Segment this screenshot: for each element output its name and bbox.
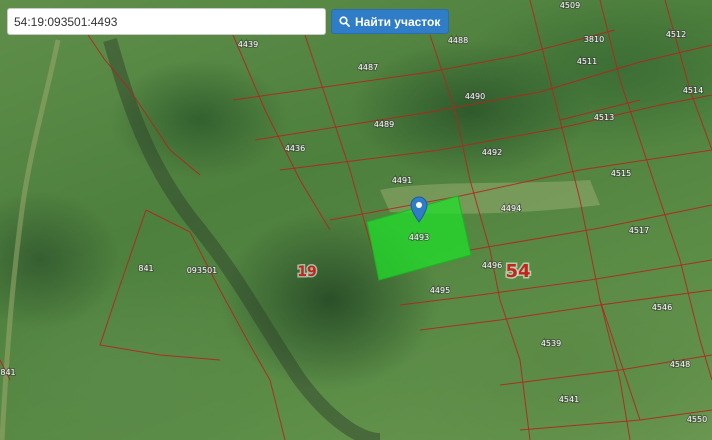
parcel-number-label: 4539 [541,339,561,348]
parcel-number-label: 4548 [670,360,690,369]
parcel-number-label: 4492 [482,148,502,157]
cadastral-overlay: 44394439 44884488448744874509450938103810… [0,0,712,440]
boundary-line [399,259,712,306]
parcel-number-label: 4512 [666,30,686,39]
satellite-map[interactable]: 4439 4439 4488 4488 4487 4487 4509 4509 3810 3810… [0,0,712,440]
parcel-number-label: 4436 [285,144,305,153]
parcel-number-label: 4511 [577,57,597,66]
boundary-line [599,0,712,381]
quarter-number-label: 093501 [187,266,218,275]
find-parcel-button[interactable]: Найти участок [331,9,450,34]
parcel-number-label: 4490 [465,92,485,101]
search-icon [339,16,350,27]
river-channel [103,38,381,440]
cadastral-number-input[interactable] [7,8,326,35]
find-parcel-label: Найти участок [355,14,441,29]
parcel-number-label: 4439 [238,40,258,49]
parcel-number-label: 4515 [611,169,631,178]
dirt-road [0,39,61,440]
parcel-number-label: 841 [138,264,153,273]
parcel-number-label: 4495 [430,286,450,295]
parcel-boundaries [0,0,712,440]
parcel-number-label: 4514 [683,86,703,95]
parcel-number-label: 4489 [374,120,394,129]
parcel-number-label: 4546 [652,303,672,312]
parcel-number-label: 4513 [594,113,614,122]
region-number-label: 54 [505,261,530,282]
boundary-line [519,409,712,431]
parcel-number-label: 4494 [501,204,521,213]
parcel-number-label: 4517 [629,226,649,235]
parcel-number-label: 4488 [448,36,468,45]
parcel-number-label: 4487 [358,63,378,72]
boundary-line [279,94,712,171]
highlighted-parcel-label: 4493 [409,233,429,242]
parcel-number-label: 3810 [584,35,604,44]
parcel-number-label: 4541 [559,395,579,404]
search-bar: Найти участок [7,8,450,35]
boundary-line [664,0,712,151]
district-number-label: 19 [297,264,316,280]
boundary-line [529,0,631,440]
parcel-number-label: 4509 [560,1,580,10]
boundary-line [232,34,331,231]
parcel-number-label: 4491 [392,176,412,185]
parcel-number-label: 841 [0,368,15,377]
parcel-number-label: 4496 [482,261,502,270]
parcel-number-label: 4550 [687,415,707,424]
boundary-line [599,299,641,421]
boundary-line [232,29,616,101]
